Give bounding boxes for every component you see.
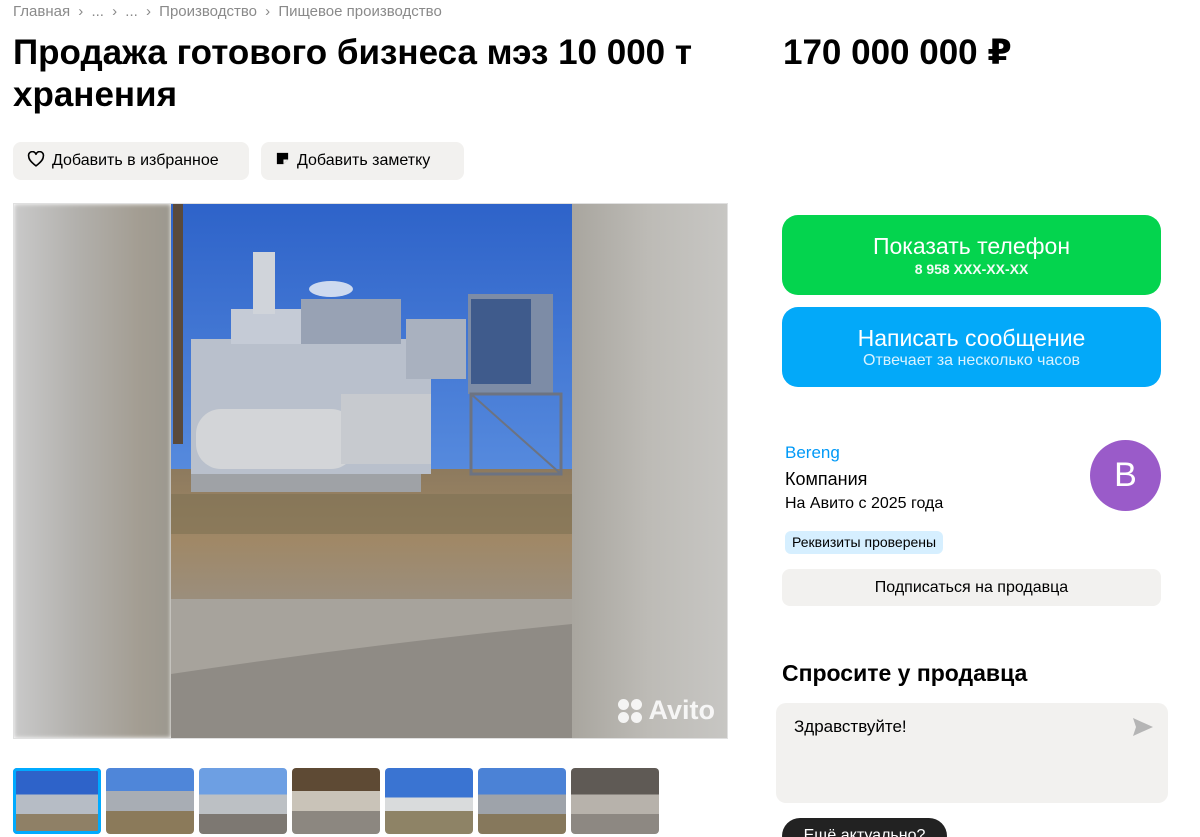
gallery-blur-left xyxy=(14,204,171,738)
response-time: Отвечает за несколько часов xyxy=(863,352,1080,369)
breadcrumb-separator: › xyxy=(78,3,84,20)
breadcrumb: Главная › ... › ... › Производство › Пищ… xyxy=(13,3,442,20)
subscribe-seller-button[interactable]: Подписаться на продавца xyxy=(782,569,1161,606)
avito-watermark: Avito xyxy=(617,695,715,726)
main-photo-gallery[interactable]: Avito xyxy=(13,203,728,739)
note-icon xyxy=(275,151,297,171)
add-note-button[interactable]: Добавить заметку xyxy=(261,142,464,180)
thumbnail[interactable] xyxy=(106,768,194,834)
breadcrumb-separator: › xyxy=(145,3,151,20)
thumbnail-strip xyxy=(13,768,659,834)
verified-badge: Реквизиты проверены xyxy=(785,531,944,554)
breadcrumb-collapsed-2[interactable]: ... xyxy=(125,3,138,20)
phone-masked: 8 958 XXX-XX-XX xyxy=(914,261,1029,277)
seller-avatar[interactable]: B xyxy=(1090,440,1161,511)
seller-name-link[interactable]: Bereng xyxy=(785,443,840,463)
add-to-favorites-label: Добавить в избранное xyxy=(52,152,219,169)
message-input[interactable]: Здравствуйте! xyxy=(776,703,1168,803)
write-message-button[interactable]: Написать сообщение Отвечает за несколько… xyxy=(782,307,1161,387)
heart-icon xyxy=(27,150,52,172)
listing-price: 170 000 000 ₽ xyxy=(783,33,1012,72)
send-icon[interactable] xyxy=(1132,717,1154,742)
thumbnail[interactable] xyxy=(199,768,287,834)
main-photo xyxy=(171,204,572,738)
thumbnail[interactable] xyxy=(13,768,101,834)
add-note-label: Добавить заметку xyxy=(297,152,431,169)
seller-type: Компания xyxy=(785,469,868,489)
breadcrumb-collapsed-1[interactable]: ... xyxy=(91,3,104,20)
add-to-favorites-button[interactable]: Добавить в избранное xyxy=(13,142,249,180)
avito-logo-icon xyxy=(617,698,645,724)
thumbnail[interactable] xyxy=(478,768,566,834)
breadcrumb-production[interactable]: Производство xyxy=(159,3,257,20)
message-text: Здравствуйте! xyxy=(794,717,907,736)
show-phone-button[interactable]: Показать телефон 8 958 XXX-XX-XX xyxy=(782,215,1161,295)
thumbnail[interactable] xyxy=(385,768,473,834)
listing-title: Продажа готового бизнеса мэз 10 000 т хр… xyxy=(13,33,692,114)
breadcrumb-food-production[interactable]: Пищевое производство xyxy=(278,3,441,20)
breadcrumb-separator: › xyxy=(112,3,118,20)
quick-question-button[interactable]: Ещё актуально? xyxy=(782,818,947,837)
seller-since: На Авито с 2025 года xyxy=(785,495,944,512)
thumbnail[interactable] xyxy=(571,768,659,834)
breadcrumb-home[interactable]: Главная xyxy=(13,3,70,20)
gallery-blur-right xyxy=(570,204,727,738)
thumbnail[interactable] xyxy=(292,768,380,834)
ask-seller-title: Спросите у продавца xyxy=(782,660,1028,686)
show-phone-label: Показать телефон xyxy=(872,233,1071,259)
breadcrumb-separator: › xyxy=(265,3,271,20)
write-message-label: Написать сообщение xyxy=(857,325,1086,351)
